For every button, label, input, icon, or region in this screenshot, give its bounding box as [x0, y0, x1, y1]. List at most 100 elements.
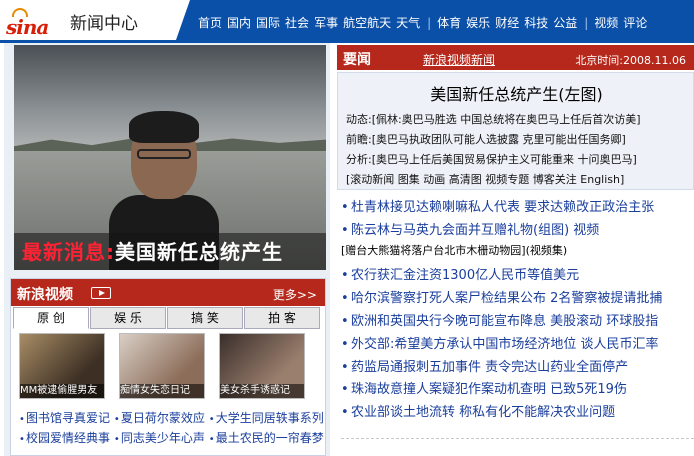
- thumb-caption: MM被逮偷腥男友: [20, 384, 104, 398]
- bullet: •: [341, 336, 349, 352]
- video-link[interactable]: 最土农民的一帘春梦: [216, 431, 324, 445]
- nav-item[interactable]: 娱乐: [466, 14, 490, 31]
- bullet: •: [19, 434, 25, 445]
- bullet: •: [341, 382, 349, 398]
- video-links: •图书馆寻真爱记 •夏日荷尔蒙效应 •大学生同居轶事系列 •校园爱情经典事 •同…: [19, 409, 324, 449]
- bullet: •: [113, 434, 120, 445]
- list-item[interactable]: • 药监局通报刺五加事件 责令完达山药业全面停产: [341, 356, 694, 379]
- list-item[interactable]: [赠台大熊猫将落户台北市木栅动物园](视频集): [341, 242, 694, 265]
- tab-funny[interactable]: 搞 笑: [167, 307, 243, 329]
- news-link[interactable]: [赠台大熊猫将落户台北市木栅动物园](视频集): [341, 244, 567, 257]
- bullet: •: [341, 291, 349, 307]
- nav-item[interactable]: 军事: [314, 14, 338, 31]
- row-links[interactable]: [佩林:奥巴马胜选 中国总统将在奥巴马上任后首次访美]: [372, 113, 641, 126]
- list-item[interactable]: • 哈尔滨警察打死人案尸检结果公布 2名警察被提请批捕: [341, 287, 694, 310]
- news-header: 要闻 新浪视频新闻 北京时间:2008.11.06: [337, 45, 694, 70]
- beijing-time: 北京时间:2008.11.06: [575, 54, 686, 67]
- nav-item[interactable]: 财经: [495, 14, 519, 31]
- previous-row: 前瞻:[奥巴马执政团队可能人选披露 克里可能出任国务卿]: [346, 131, 626, 147]
- nav-item[interactable]: 国际: [256, 14, 280, 31]
- news-link[interactable]: 农业部谈土地流转 称私有化不能解决农业问题: [351, 405, 615, 420]
- news-link[interactable]: 外交部:希望美方承认中国市场经济地位 谈人民币汇率: [351, 337, 659, 352]
- bullet: •: [341, 313, 349, 329]
- photo-caption[interactable]: 最新消息:美国新任总统产生: [22, 236, 283, 265]
- row-links[interactable]: [奥巴马上任后美国贸易保护主义可能重来 十问奥巴马]: [372, 153, 637, 166]
- news-link[interactable]: 药监局通报刺五加事件 责令完达山药业全面停产: [351, 360, 628, 375]
- news-link[interactable]: 杜青林接见达赖喇嘛私人代表 要求达赖改正政治主张: [351, 200, 654, 215]
- video-link-row: •校园爱情经典事 •同志美少年心声 •最土农民的一帘春梦: [19, 429, 324, 449]
- divider: [341, 438, 694, 439]
- video-link[interactable]: 图书馆寻真爱记: [26, 411, 110, 425]
- news-link[interactable]: 陈云林与马英九会面并互赠礼物(组图) 视频: [351, 223, 599, 238]
- list-item[interactable]: • 陈云林与马英九会面并互赠礼物(组图) 视频: [341, 219, 694, 242]
- video-icon: [91, 287, 111, 299]
- logo-text: sina: [6, 15, 49, 39]
- nav-divider: |: [427, 16, 432, 30]
- bullet: •: [113, 414, 120, 425]
- news-list: • 杜青林接见达赖喇嘛私人代表 要求达赖改正政治主张 • 陈云林与马英九会面并互赠礼…: [341, 196, 694, 424]
- video-thumbs: MM被逮偷腥男友 痴情女失恋日记 美女杀手诱惑记: [19, 333, 319, 403]
- video-thumb[interactable]: 痴情女失恋日记: [119, 333, 205, 399]
- nav-item[interactable]: 科技: [524, 14, 548, 31]
- list-item[interactable]: • 农业部谈土地流转 称私有化不能解决农业问题: [341, 401, 694, 424]
- nav-item[interactable]: 首页: [198, 14, 222, 31]
- video-thumb[interactable]: 美女杀手诱惑记: [219, 333, 305, 399]
- nav-item[interactable]: 评论: [623, 14, 647, 31]
- list-item[interactable]: • 欧洲和英国央行今晚可能宣布降息 美股滚动 环球股指: [341, 310, 694, 333]
- video-thumb[interactable]: MM被逮偷腥男友: [19, 333, 105, 399]
- list-item[interactable]: • 杜青林接见达赖喇嘛私人代表 要求达赖改正政治主张: [341, 196, 694, 219]
- news-link[interactable]: 农行获汇金注资1300亿人民币等值美元: [351, 268, 579, 283]
- video-link[interactable]: 校园爱情经典事: [26, 431, 110, 445]
- news-link[interactable]: 哈尔滨警察打死人案尸检结果公布 2名警察被提请批捕: [351, 291, 662, 306]
- nav-item[interactable]: 体育: [437, 14, 461, 31]
- bullet: •: [341, 359, 349, 375]
- headline-title[interactable]: 美国新任总统产生(左图): [338, 81, 694, 105]
- headline-box: 美国新任总统产生(左图) 动态:[佩林:奥巴马胜选 中国总统将在奥巴马上任后首次…: [337, 72, 694, 190]
- bullet: •: [341, 200, 349, 215]
- video-tabs: 原 创 娱 乐 搞 笑 拍 客: [13, 307, 323, 329]
- section-title[interactable]: 要闻: [343, 49, 371, 69]
- nav-item[interactable]: 天气: [396, 14, 420, 31]
- video-title[interactable]: 新浪视频: [17, 284, 73, 304]
- bullet: •: [19, 414, 25, 425]
- tab-entertainment[interactable]: 娱 乐: [90, 307, 166, 329]
- top-nav: 首页 国内 国际 社会 军事 航空航天 天气 | 体育 娱乐 财经 科技 公益 | 视频 评论: [176, 0, 694, 40]
- site-name[interactable]: 新闻中心: [70, 9, 138, 34]
- bullet: •: [208, 414, 215, 425]
- caption-text: 美国新任总统产生: [115, 240, 283, 264]
- video-header: 新浪视频 更多>>: [11, 279, 325, 306]
- list-item[interactable]: • 珠海故意撞人案疑犯作案动机查明 已致5死19伤: [341, 378, 694, 401]
- bullet: •: [341, 222, 349, 238]
- nav-item[interactable]: 公益: [553, 14, 577, 31]
- bullet: •: [341, 405, 349, 421]
- row-label: 分析:: [346, 153, 372, 166]
- row-label: 前瞻:: [346, 133, 372, 146]
- thumb-caption: 痴情女失恋日记: [120, 384, 204, 398]
- video-news-link[interactable]: 新浪视频新闻: [423, 51, 495, 68]
- nav-item[interactable]: 国内: [227, 14, 251, 31]
- person-glasses: [137, 149, 191, 159]
- video-box: 新浪视频 更多>> 原 创 娱 乐 搞 笑 拍 客 MM被逮偷腥男友 痴情女失恋…: [10, 278, 326, 456]
- tab-original[interactable]: 原 创: [13, 307, 89, 329]
- news-link[interactable]: 珠海故意撞人案疑犯作案动机查明 已致5死19伤: [351, 382, 627, 397]
- thumb-caption: 美女杀手诱惑记: [220, 384, 304, 398]
- nav-item[interactable]: 社会: [285, 14, 309, 31]
- extra-row[interactable]: [滚动新闻 图集 动画 高清图 视频专题 博客关注 English]: [346, 171, 624, 187]
- more-link[interactable]: 更多>>: [273, 286, 317, 303]
- video-link[interactable]: 大学生同居轶事系列: [216, 411, 324, 425]
- row-label: 动态:: [346, 113, 372, 126]
- headline-photo[interactable]: 最新消息:美国新任总统产生: [14, 45, 326, 270]
- list-item[interactable]: • 外交部:希望美方承认中国市场经济地位 谈人民币汇率: [341, 333, 694, 356]
- news-link[interactable]: 欧洲和英国央行今晚可能宣布降息 美股滚动 环球股指: [351, 314, 658, 329]
- caption-red: 最新消息:: [22, 240, 115, 264]
- video-link[interactable]: 同志美少年心声: [121, 431, 205, 445]
- row-links[interactable]: [奥巴马执政团队可能人选披露 克里可能出任国务卿]: [372, 133, 626, 146]
- sina-logo[interactable]: sina: [6, 6, 66, 39]
- tab-paike[interactable]: 拍 客: [244, 307, 320, 329]
- nav-item[interactable]: 航空航天: [343, 14, 391, 31]
- bullet: •: [341, 268, 349, 284]
- nav-item[interactable]: 视频: [594, 14, 618, 31]
- video-link[interactable]: 夏日荷尔蒙效应: [121, 411, 205, 425]
- analysis-row: 分析:[奥巴马上任后美国贸易保护主义可能重来 十问奥巴马]: [346, 151, 637, 167]
- list-item[interactable]: • 农行获汇金注资1300亿人民币等值美元: [341, 264, 694, 287]
